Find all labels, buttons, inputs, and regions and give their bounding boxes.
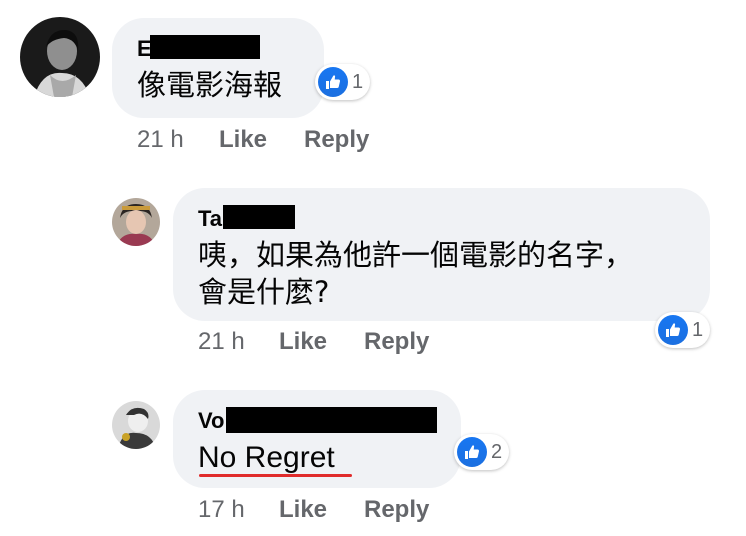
redaction-bar [226, 407, 437, 433]
reaction-count: 1 [352, 70, 364, 93]
comment-text-line1: 咦，如果為他許一個電影的名字， [198, 238, 634, 272]
comment-text-line2: 會是什麼? [198, 275, 330, 309]
avatar[interactable] [20, 17, 100, 97]
commenter-name[interactable]: Vo [198, 408, 224, 434]
like-button[interactable]: Like [279, 496, 327, 524]
reaction-count: 1 [692, 318, 704, 341]
reply-button[interactable]: Reply [304, 126, 369, 154]
timestamp[interactable]: 17 h [198, 496, 245, 524]
reply-button[interactable]: Reply [364, 496, 429, 524]
comment-text: No Regret [198, 441, 335, 474]
commenter-name[interactable]: Ta [198, 206, 222, 232]
like-button[interactable]: Like [219, 126, 267, 154]
reaction-badge[interactable]: 1 [655, 312, 711, 348]
timestamp[interactable]: 21 h [198, 328, 245, 356]
redaction-bar [223, 205, 295, 229]
redaction-bar [150, 35, 260, 59]
reaction-count: 2 [491, 440, 503, 463]
thumbs-up-icon [318, 67, 348, 97]
text-underline [199, 474, 352, 477]
thumbs-up-icon [457, 437, 487, 467]
avatar[interactable] [112, 198, 160, 246]
avatar[interactable] [112, 401, 160, 449]
timestamp[interactable]: 21 h [137, 126, 184, 154]
reaction-badge[interactable]: 2 [454, 434, 510, 470]
comment-text: 像電影海報 [137, 68, 283, 102]
reaction-badge[interactable]: 1 [315, 64, 371, 100]
like-button[interactable]: Like [279, 328, 327, 356]
reply-button[interactable]: Reply [364, 328, 429, 356]
thumbs-up-icon [658, 315, 688, 345]
